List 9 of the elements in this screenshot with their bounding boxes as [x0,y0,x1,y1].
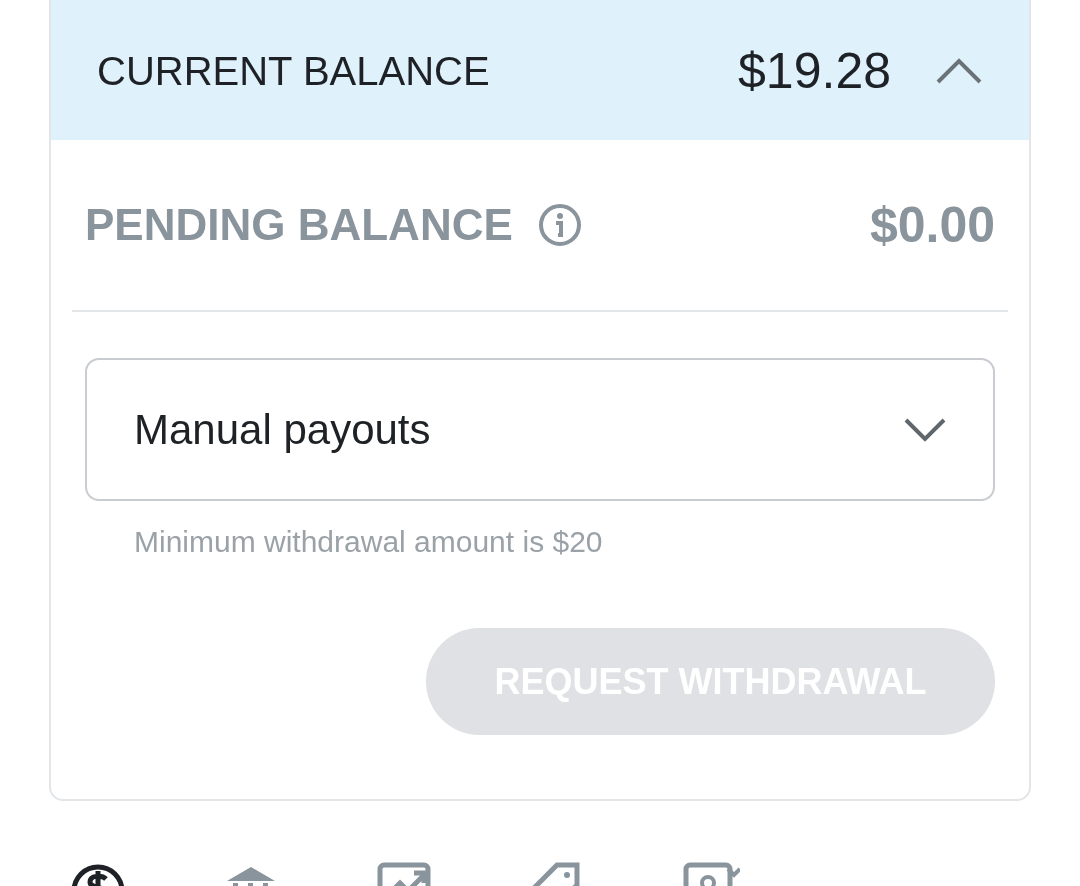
info-icon[interactable] [536,202,583,248]
current-balance-amount: $19.28 [738,41,891,101]
pending-balance-amount: $0.00 [869,195,995,255]
helper-text: Minimum withdrawal amount is $20 [134,524,604,560]
pending-balance-label: PENDING BALANCE [85,199,513,251]
balance-header[interactable]: CURRENT BALANCE $19.28 [51,0,1029,140]
payout-dropdown[interactable]: Manual payouts [85,358,995,501]
current-balance-label: CURRENT BALANCE [97,48,491,95]
chevron-down-icon [903,416,947,443]
